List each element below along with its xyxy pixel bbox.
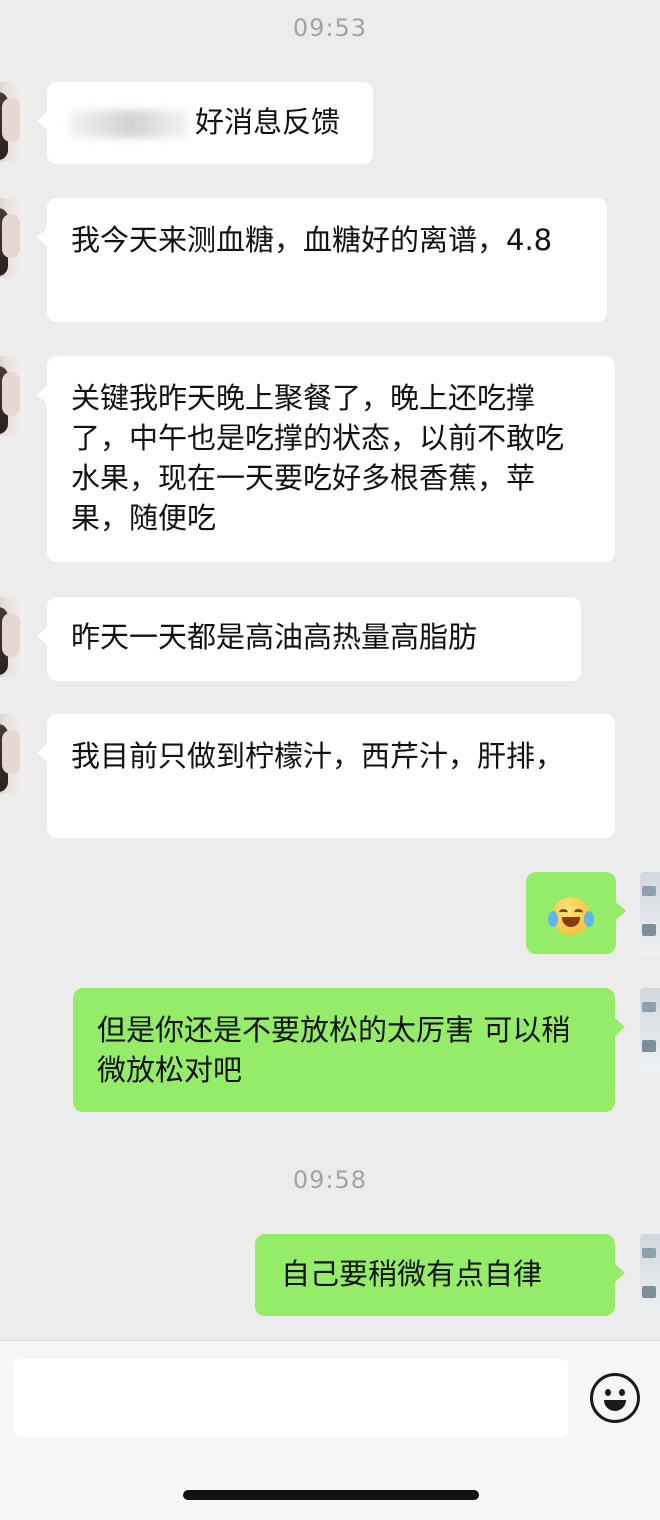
message-text: 关键我昨天晚上聚餐了，晚上还吃撑了，中午也是吃撑的状态，以前不敢吃水果，现在一天… <box>71 381 565 535</box>
contact-avatar[interactable] <box>0 198 24 278</box>
message-bubble-outgoing[interactable]: 自己要稍微有点自律 <box>255 1234 625 1316</box>
home-indicator[interactable] <box>183 1490 479 1500</box>
message-bubble-incoming[interactable]: 好消息反馈 <box>37 82 373 164</box>
message-text: 自己要稍微有点自律 <box>281 1257 543 1291</box>
message-text: 但是你还是不要放松的太厉害 可以稍微放松对吧 <box>97 1013 571 1087</box>
message-bubble-incoming[interactable]: 昨天一天都是高油高热量高脂肪 <box>37 597 581 681</box>
contact-avatar[interactable] <box>0 597 24 677</box>
crying-laughing-face-icon <box>548 897 594 935</box>
contact-avatar[interactable] <box>0 356 24 436</box>
chat-area[interactable]: 09:53 好消息反馈 我今天来测血糖，血糖好的离谱，4.8 关键我昨天晚上聚餐… <box>0 0 660 1340</box>
my-avatar[interactable] <box>640 872 660 956</box>
my-avatar[interactable] <box>640 988 660 1072</box>
message-bubble-incoming[interactable]: 我今天来测血糖，血糖好的离谱，4.8 <box>37 198 607 322</box>
message-text: 好消息反馈 <box>195 105 341 139</box>
redacted-name-blur <box>69 110 189 138</box>
message-text: 我目前只做到柠檬汁，西芹汁，肝排， <box>71 739 565 773</box>
message-bubble-incoming[interactable]: 关键我昨天晚上聚餐了，晚上还吃撑了，中午也是吃撑的状态，以前不敢吃水果，现在一天… <box>37 356 615 562</box>
smiley-icon[interactable] <box>590 1373 640 1423</box>
my-avatar[interactable] <box>640 1234 660 1318</box>
message-input[interactable] <box>14 1359 568 1437</box>
message-text: 昨天一天都是高油高热量高脂肪 <box>71 620 478 654</box>
message-bubble-incoming[interactable]: 我目前只做到柠檬汁，西芹汁，肝排， <box>37 714 615 838</box>
timestamp: 09:58 <box>292 1166 368 1194</box>
message-text: 我今天来测血糖，血糖好的离谱，4.8 <box>71 223 553 257</box>
contact-avatar[interactable] <box>0 82 24 162</box>
message-bubble-outgoing[interactable] <box>526 872 626 954</box>
contact-avatar[interactable] <box>0 714 24 794</box>
message-bubble-outgoing[interactable]: 但是你还是不要放松的太厉害 可以稍微放松对吧 <box>73 988 625 1112</box>
timestamp: 09:53 <box>292 14 368 42</box>
